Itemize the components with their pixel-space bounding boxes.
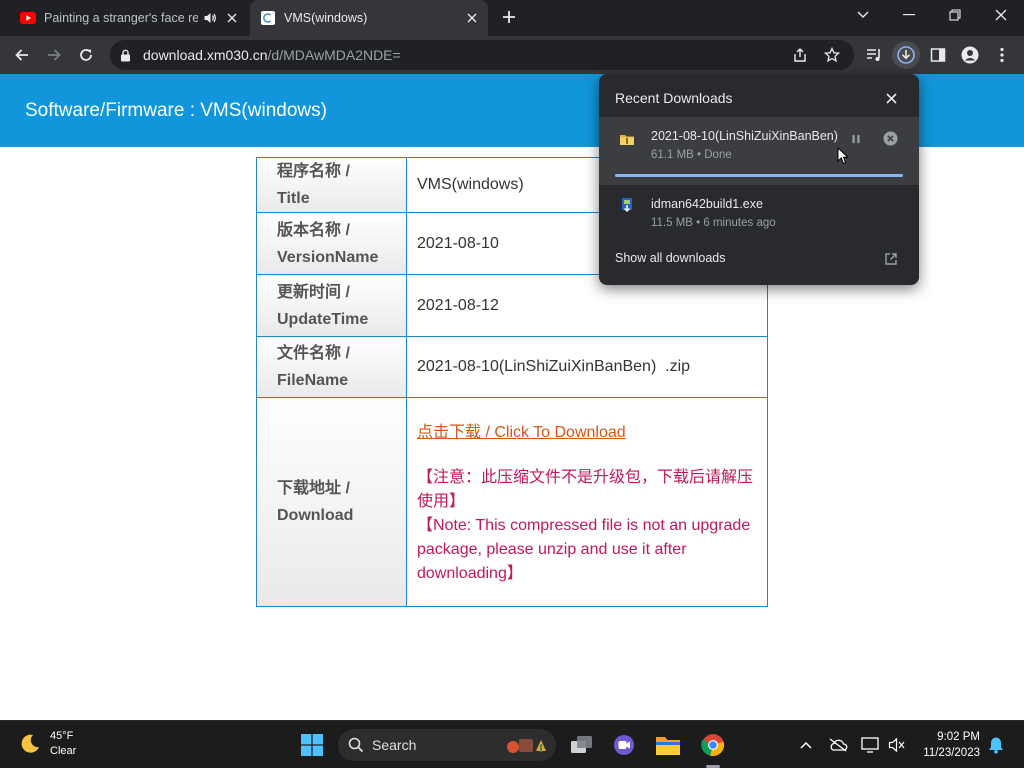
show-all-downloads-link[interactable]: Show all downloads <box>615 251 726 265</box>
close-icon[interactable] <box>882 89 900 107</box>
onedrive-offline-icon[interactable] <box>828 735 848 755</box>
download-cell: 点击下载 / Click To Download 【注意：此压缩文件不是升级包，… <box>406 397 768 607</box>
start-windows-icon[interactable] <box>296 729 328 761</box>
reload-button[interactable] <box>72 41 100 69</box>
new-tab-button[interactable] <box>498 6 520 28</box>
youtube-icon <box>20 10 36 26</box>
downloads-header: Recent Downloads <box>615 90 733 106</box>
pause-icon[interactable] <box>850 133 862 145</box>
downloads-bubble: Recent Downloads 2021-08-10(LinShiZuiXin… <box>599 74 919 285</box>
speaker-icon[interactable] <box>202 10 218 26</box>
clock-date: 11/23/2023 <box>923 747 980 759</box>
chevron-up-icon[interactable] <box>796 735 816 755</box>
mouse-cursor-icon <box>837 147 849 165</box>
back-button[interactable] <box>8 41 36 69</box>
downloads-button[interactable] <box>892 41 920 69</box>
row-label: 文件名称 / FileName <box>256 336 407 398</box>
address-bar[interactable]: download.xm030.cn/d/MDAwMDA2NDE= <box>110 40 854 70</box>
weather-desc: Clear <box>50 745 77 757</box>
browser-toolbar: download.xm030.cn/d/MDAwMDA2NDE= <box>0 36 1024 74</box>
notification-bell-icon[interactable] <box>986 735 1006 755</box>
note-chinese: 【注意：此压缩文件不是升级包，下载后请解压使用】 <box>417 469 754 510</box>
row-label: 更新时间 / UpdateTime <box>256 274 407 337</box>
download-filename: idman642build1.exe <box>651 197 763 211</box>
download-meta: 11.5 MB • 6 minutes ago <box>651 217 776 229</box>
taskbar: 45°F Clear Search 9:02 PM 11/23/2023 <box>0 720 1024 768</box>
menu-kebab-icon[interactable] <box>988 41 1016 69</box>
screen: Painting a stranger's face rea VMS(windo… <box>0 0 1024 768</box>
restore-button[interactable] <box>932 0 978 30</box>
url-path: /d/MDAwMDA2NDE= <box>267 47 401 63</box>
tab-title: VMS(windows) <box>284 11 368 25</box>
page-title: Software/Firmware : VMS(windows) <box>25 100 327 121</box>
tab-vms-windows[interactable]: VMS(windows) <box>250 0 488 36</box>
row-label: 版本名称 / VersionName <box>256 212 407 275</box>
download-progress-bar <box>615 174 903 177</box>
search-label: Search <box>372 737 417 753</box>
side-panel-button[interactable] <box>924 41 952 69</box>
download-link[interactable]: 点击下载 / Click To Download <box>417 418 757 442</box>
weather-temp: 45°F <box>50 730 74 742</box>
forward-button[interactable] <box>40 41 68 69</box>
moon-icon <box>18 732 42 756</box>
tab-strip: Painting a stranger's face rea VMS(windo… <box>0 0 1024 36</box>
tab-close-icon[interactable] <box>464 10 480 26</box>
tab-search-button[interactable] <box>840 0 886 30</box>
chrome-icon[interactable] <box>697 729 729 761</box>
lock-icon[interactable] <box>120 49 131 62</box>
row-value: 2021-08-10(LinShiZuiXinBanBen) .zip <box>406 336 768 398</box>
download-item[interactable]: 2021-08-10(LinShiZuiXinBanBen) 61.1 MB •… <box>599 117 919 185</box>
search-highlight-icon <box>504 735 550 755</box>
download-filename: 2021-08-10(LinShiZuiXinBanBen) <box>651 129 838 143</box>
display-icon[interactable] <box>860 735 880 755</box>
note-english: 【Note: This compressed file is not an up… <box>417 517 751 582</box>
download-item[interactable]: idman642build1.exe 11.5 MB • 6 minutes a… <box>599 187 919 239</box>
table-row: 下载地址 / Download 点击下载 / Click To Download… <box>256 397 768 607</box>
url-host: download.xm030.cn <box>143 47 268 63</box>
tab-close-icon[interactable] <box>224 10 240 26</box>
download-meta: 61.1 MB • Done <box>651 149 732 161</box>
close-window-button[interactable] <box>978 0 1024 30</box>
system-clock[interactable]: 9:02 PM 11/23/2023 <box>914 729 980 761</box>
share-icon[interactable] <box>792 47 808 63</box>
clock-time: 9:02 PM <box>937 731 980 743</box>
weather-widget[interactable]: 45°F Clear <box>18 729 76 759</box>
idm-installer-icon <box>619 197 635 213</box>
zip-folder-icon <box>619 131 635 147</box>
open-external-icon[interactable] <box>884 252 898 266</box>
row-label: 程序名称 / Title <box>256 157 407 213</box>
page-icon <box>260 10 276 26</box>
row-label: 下载地址 / Download <box>256 397 407 607</box>
search-icon <box>348 737 364 753</box>
taskbar-search[interactable]: Search <box>338 729 556 761</box>
volume-muted-icon[interactable] <box>887 735 907 755</box>
cancel-download-icon[interactable] <box>883 131 898 146</box>
tab-youtube[interactable]: Painting a stranger's face rea <box>0 0 248 36</box>
table-row: 文件名称 / FileName 2021-08-10(LinShiZuiXinB… <box>256 336 768 398</box>
url-text: download.xm030.cn/d/MDAwMDA2NDE= <box>143 47 401 63</box>
bookmark-star-icon[interactable] <box>824 47 840 63</box>
profile-avatar[interactable] <box>956 41 984 69</box>
tab-title: Painting a stranger's face rea <box>44 11 198 25</box>
teams-chat-icon[interactable] <box>608 729 640 761</box>
file-explorer-icon[interactable] <box>652 729 684 761</box>
minimize-button[interactable] <box>886 0 932 30</box>
media-control-button[interactable] <box>860 41 888 69</box>
task-view-icon[interactable] <box>566 729 598 761</box>
